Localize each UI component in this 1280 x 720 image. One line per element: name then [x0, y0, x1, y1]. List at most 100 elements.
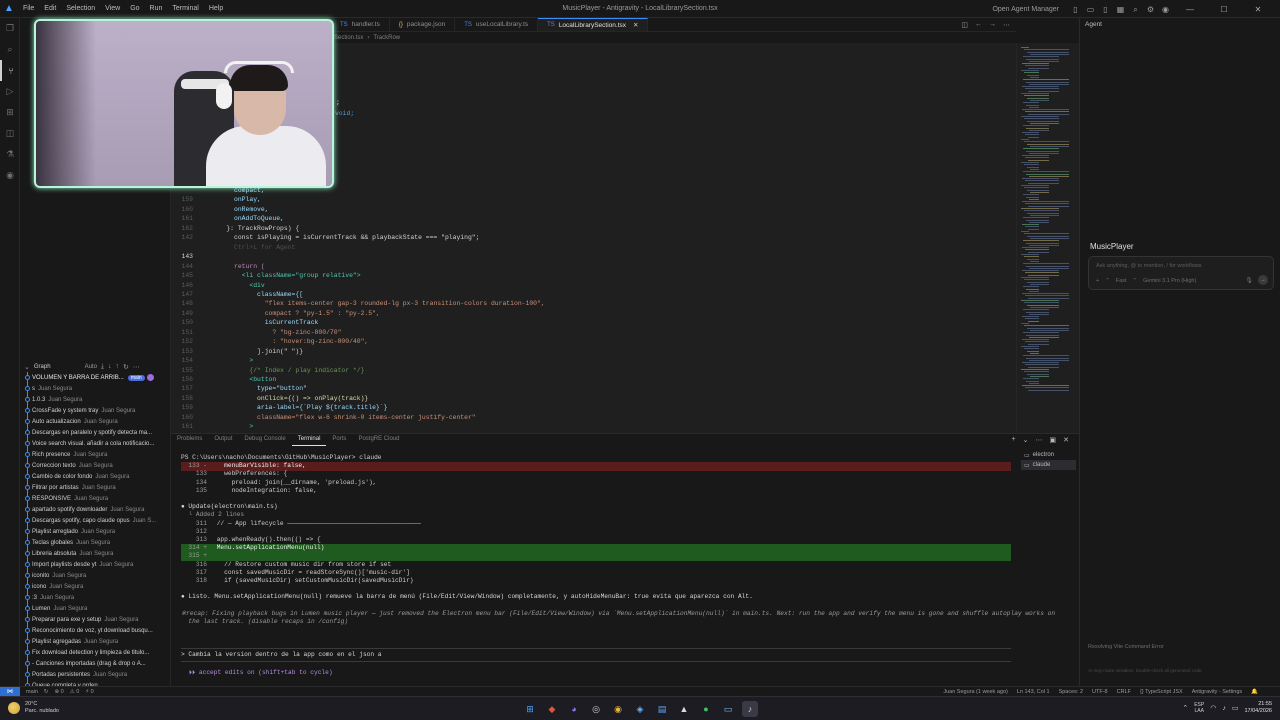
commit-item[interactable]: Descargas spotify, capo claude opus Juan … — [20, 515, 171, 526]
more-actions-icon[interactable]: ⋯ — [1003, 21, 1010, 29]
battery-icon[interactable]: ▭ — [1232, 704, 1239, 712]
menu-item-go[interactable]: Go — [125, 5, 144, 12]
commit-item[interactable]: Teclas globales Juan Segura — [20, 537, 171, 548]
language-indicator[interactable]: ESP LAA — [1194, 702, 1204, 714]
commit-item[interactable]: icono Juan Segura — [20, 581, 171, 592]
tab-uselocallibrary-ts[interactable]: TS useLocalLibrary.ts — [455, 18, 539, 31]
close-panel-icon[interactable]: ✕ — [1063, 436, 1069, 444]
graph-mode[interactable]: Auto — [85, 364, 97, 370]
more-icon[interactable]: ⋯ — [133, 363, 140, 371]
remote-indicator-icon[interactable]: ⋈ — [0, 686, 20, 697]
steam-icon[interactable]: ◎ — [588, 701, 604, 717]
panel-tab-ports[interactable]: Ports — [326, 434, 352, 446]
commit-item[interactable]: CrossFade y system tray Juan Segura — [20, 405, 171, 416]
error-count[interactable]: ⊗ 0 — [55, 689, 64, 695]
volume-icon[interactable]: ♪ — [1222, 705, 1226, 712]
pull-icon[interactable]: ↓ — [108, 363, 112, 370]
breadcrumb-file[interactable]: ySection.tsx — [331, 35, 363, 41]
terminal-instance[interactable]: ▭ electron — [1021, 450, 1076, 460]
terminal-prompt-input[interactable]: > Cambia la version dentro de la app com… — [181, 648, 1011, 662]
panel-tab-output[interactable]: Output — [208, 434, 238, 446]
agent-input-box[interactable]: Ask anything, @ to mention, / for workfl… — [1088, 256, 1274, 290]
windows-start-icon[interactable]: ⊞ — [522, 701, 538, 717]
close-tab-icon[interactable]: ✕ — [633, 21, 638, 29]
customize-layout-icon[interactable]: ▦ — [1116, 5, 1125, 14]
clock[interactable]: 21:55 17/04/2026 — [1244, 701, 1272, 715]
commit-item[interactable]: Preparar para exe y setup Juan Segura — [20, 614, 171, 625]
language-mode[interactable]: {} TypeScript JSX — [1140, 689, 1183, 695]
wifi-icon[interactable]: ◠ — [1210, 704, 1216, 712]
weather-widget[interactable]: 20°C Parc. nublado — [8, 701, 59, 715]
menu-item-terminal[interactable]: Terminal — [167, 5, 203, 12]
terminal-instance[interactable]: ▭ claude — [1021, 460, 1076, 470]
testing-icon[interactable]: ⚗ — [0, 144, 20, 165]
commit-item[interactable]: Auto actualizacion Juan Segura — [20, 416, 171, 427]
commit-item[interactable]: Voice search visual. añadir a cola notif… — [20, 438, 171, 449]
panel-tab-problems[interactable]: Problems — [171, 434, 208, 446]
commit-item[interactable]: Playlist agregadas Juan Segura — [20, 636, 171, 647]
ports-count[interactable]: ⚡ 0 — [85, 689, 93, 695]
commit-item[interactable]: - Canciones importadas (drag & drop o A.… — [20, 658, 171, 669]
commit-item[interactable]: apartado spotify downloader Juan Segura — [20, 504, 171, 515]
layout-panel-icon[interactable]: ▭ — [1086, 5, 1095, 14]
menu-item-file[interactable]: File — [18, 5, 39, 12]
minimap[interactable] — [1016, 43, 1079, 433]
commit-item[interactable]: Correccion texto Juan Segura — [20, 460, 171, 471]
commit-item[interactable]: RESPONSIVE Juan Segura — [20, 493, 171, 504]
search-icon[interactable]: ⌕ — [1131, 5, 1140, 14]
chevron-down-icon[interactable]: ⌄ — [1023, 436, 1029, 444]
commit-item[interactable]: Import playlists desde yt Juan Segura — [20, 559, 171, 570]
search-view-icon[interactable]: ⌕ — [0, 39, 20, 60]
indentation[interactable]: Spaces: 2 — [1059, 689, 1083, 695]
file-explorer-icon[interactable]: ▤ — [654, 701, 670, 717]
gear-icon[interactable]: ⚙ — [1146, 5, 1155, 14]
chevron-up-icon[interactable]: ⌃ — [1182, 704, 1188, 712]
remote-icon[interactable]: ◫ — [0, 123, 20, 144]
fetch-icon[interactable]: ⤓ — [101, 363, 104, 371]
menu-item-view[interactable]: View — [100, 5, 125, 12]
menu-item-help[interactable]: Help — [204, 5, 228, 12]
more-icon[interactable]: ⋯ — [1036, 436, 1043, 444]
add-context-button[interactable]: + — [1096, 278, 1099, 284]
commit-item[interactable]: Libreria absoluta Juan Segura — [20, 548, 171, 559]
go-forward-icon[interactable]: → — [989, 21, 996, 29]
close-window-button[interactable]: ✕ — [1244, 5, 1272, 14]
split-editor-icon[interactable]: ◫ — [961, 21, 968, 29]
commit-item[interactable]: Descargas en paralelo y spotify detecta … — [20, 427, 171, 438]
tab-locallibrarysection-tsx[interactable]: TS LocalLibrarySection.tsx ✕ — [538, 18, 649, 31]
commit-item[interactable]: Playlist arreglado Juan Segura — [20, 526, 171, 537]
menu-item-selection[interactable]: Selection — [61, 5, 100, 12]
push-icon[interactable]: ↑ — [116, 363, 120, 370]
commit-item[interactable]: s Juan Segura — [20, 383, 171, 394]
commit-item[interactable]: Reconocimiento de voz, yt download busqu… — [20, 625, 171, 636]
branch-status[interactable]: main — [26, 689, 38, 695]
git-blame[interactable]: Juan Segura (1 week ago) — [943, 689, 1008, 695]
maximize-panel-icon[interactable]: ▣ — [1050, 436, 1057, 444]
commit-item[interactable]: :3 Juan Segura — [20, 592, 171, 603]
run-debug-icon[interactable]: ▷ — [0, 81, 20, 102]
menu-item-edit[interactable]: Edit — [39, 5, 61, 12]
panel-tab-postgre-cloud[interactable]: PostgRE Cloud — [352, 434, 405, 446]
discord-icon[interactable]: ◕ — [566, 701, 582, 717]
layout-sidebar-icon[interactable]: ▯ — [1071, 5, 1080, 14]
panel-tab-terminal[interactable]: Terminal — [291, 434, 327, 446]
cursor-position[interactable]: Ln 143, Col 1 — [1017, 689, 1050, 695]
commit-item[interactable]: Fix download detection y limpieza de tit… — [20, 647, 171, 658]
chrome-icon[interactable]: ◉ — [610, 701, 626, 717]
source-control-icon[interactable]: ⑂ — [0, 60, 20, 81]
account-icon[interactable]: ◉ — [1161, 5, 1170, 14]
chevron-up-icon[interactable]: ⌃ — [1133, 278, 1138, 284]
minimize-button[interactable]: — — [1176, 5, 1204, 14]
open-agent-manager-button[interactable]: Open Agent Manager — [992, 6, 1059, 13]
tab-package-json[interactable]: {} package.json — [390, 18, 456, 31]
breadcrumb-symbol[interactable]: TrackRow — [373, 35, 400, 41]
music-player-app-icon[interactable]: ♪ — [742, 701, 758, 717]
new-terminal-icon[interactable]: + — [1012, 436, 1016, 444]
commit-item[interactable]: iconito Juan Segura — [20, 570, 171, 581]
commit-item[interactable]: Lumen Juan Segura — [20, 603, 171, 614]
mode-select[interactable]: Fast — [1116, 278, 1127, 284]
accounts-icon[interactable]: ◉ — [0, 165, 20, 186]
layout-secondary-icon[interactable]: ▯ — [1101, 5, 1110, 14]
brave-browser-icon[interactable]: ◆ — [544, 701, 560, 717]
menu-item-run[interactable]: Run — [145, 5, 168, 12]
